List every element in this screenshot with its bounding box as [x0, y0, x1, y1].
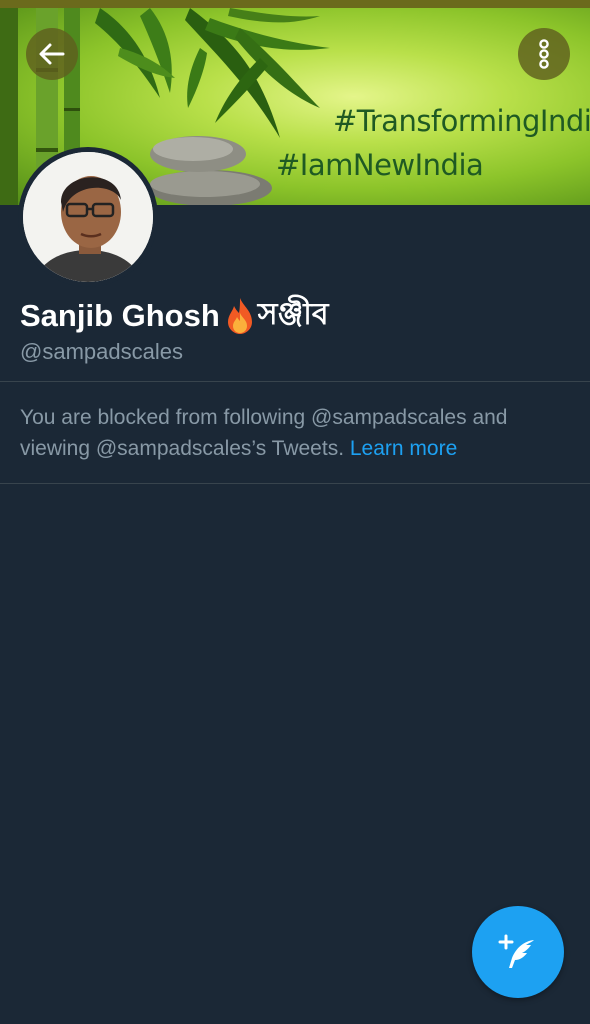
profile-handle: @sampadscales — [20, 339, 183, 364]
more-vertical-icon — [539, 39, 549, 69]
top-strip — [0, 0, 590, 8]
profile-name-row: Sanjib Ghosh সঞ্জীব — [20, 290, 329, 341]
fire-emoji-icon — [227, 297, 252, 334]
avatar-image — [23, 152, 153, 282]
profile-name: Sanjib Ghosh — [20, 297, 220, 333]
profile-photo — [23, 152, 153, 282]
profile-name-bengali: সঞ্জীব — [257, 297, 329, 332]
compose-tweet-button[interactable] — [472, 906, 564, 998]
compose-tweet-icon — [498, 934, 534, 968]
learn-more-link[interactable]: Learn more — [350, 437, 457, 460]
more-options-button[interactable] — [518, 28, 570, 80]
arrow-left-icon — [39, 43, 65, 65]
divider — [0, 381, 590, 382]
divider — [0, 483, 590, 484]
hashtag-transforming-india: #TransformingIndia — [333, 104, 590, 138]
avatar[interactable] — [18, 147, 158, 287]
back-button[interactable] — [26, 28, 78, 80]
blocked-notice: You are blocked from following @sampadsc… — [20, 402, 575, 464]
hashtag-iam-new-india: #IamNewIndia — [276, 148, 484, 182]
